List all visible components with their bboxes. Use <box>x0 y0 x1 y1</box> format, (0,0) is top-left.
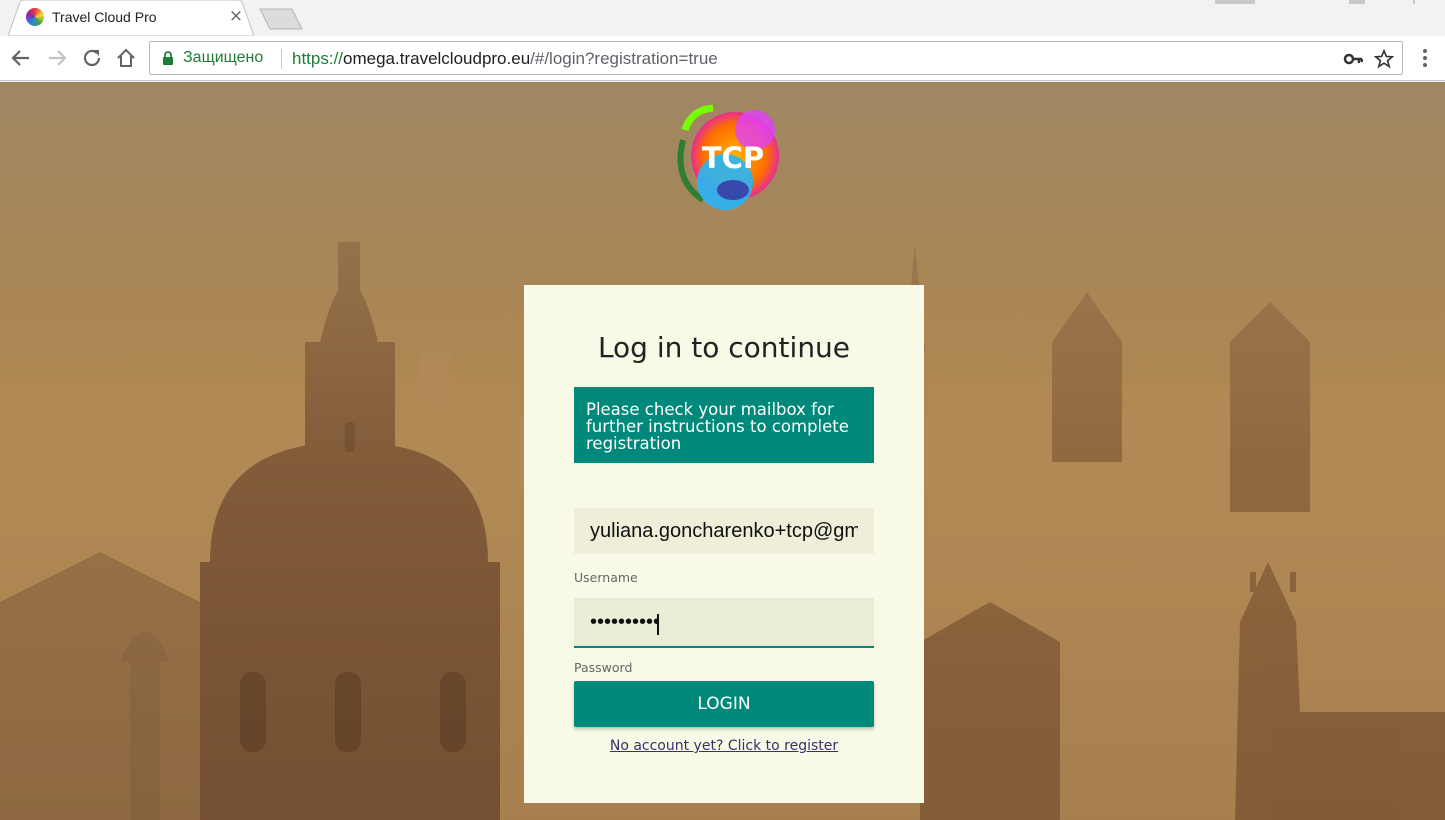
page-title: Log in to continue <box>597 331 851 364</box>
key-icon[interactable] <box>1343 51 1363 67</box>
window-controls <box>1145 0 1445 8</box>
login-card: Log in to continue Please check your mai… <box>524 285 924 803</box>
tab-strip: Travel Cloud Pro × <box>0 0 1445 36</box>
reload-icon[interactable] <box>80 46 104 70</box>
back-arrow-icon[interactable] <box>9 46 33 70</box>
url-path: /#/login?registration=true <box>530 49 718 68</box>
username-input[interactable] <box>574 508 874 554</box>
address-bar[interactable]: Защищено https://omega.travelcloudpro.eu… <box>149 41 1403 75</box>
tcp-logo: TCP <box>677 104 779 210</box>
tab-favicon-icon <box>26 8 44 26</box>
notice-line: further instructions to complete <box>586 417 849 436</box>
url-host: omega.travelcloudpro.eu <box>343 49 531 68</box>
browser-toolbar: Защищено https://omega.travelcloudpro.eu… <box>0 36 1445 81</box>
password-input[interactable] <box>574 598 874 648</box>
kebab-menu-icon[interactable] <box>1413 46 1437 70</box>
notice-line: registration <box>586 434 682 453</box>
home-icon[interactable] <box>114 46 138 70</box>
username-label: Username <box>574 570 638 585</box>
lock-icon <box>163 51 173 65</box>
password-label: Password <box>574 660 633 675</box>
login-page: TCP Log in to continue Please check your… <box>0 82 1445 820</box>
new-tab-button[interactable] <box>258 8 304 30</box>
tab-close-icon[interactable]: × <box>226 6 246 26</box>
url-scheme: https:// <box>292 49 344 68</box>
url-text[interactable]: https://omega.travelcloudpro.eu/#/login?… <box>292 49 718 69</box>
text-cursor <box>657 614 659 635</box>
registration-notice: Please check your mailbox for further in… <box>574 387 874 463</box>
login-button[interactable]: LOGIN <box>574 681 874 727</box>
secure-label: Защищено <box>183 49 264 66</box>
register-link[interactable]: No account yet? Click to register <box>524 738 924 754</box>
browser-tab[interactable]: Travel Cloud Pro × <box>8 0 254 36</box>
star-icon[interactable] <box>1373 48 1395 70</box>
forward-arrow-icon[interactable] <box>45 46 69 70</box>
logo-text: TCP <box>702 141 764 175</box>
address-separator <box>281 49 282 69</box>
notice-line: Please check your mailbox for <box>586 400 834 419</box>
tab-title: Travel Cloud Pro <box>52 9 157 25</box>
